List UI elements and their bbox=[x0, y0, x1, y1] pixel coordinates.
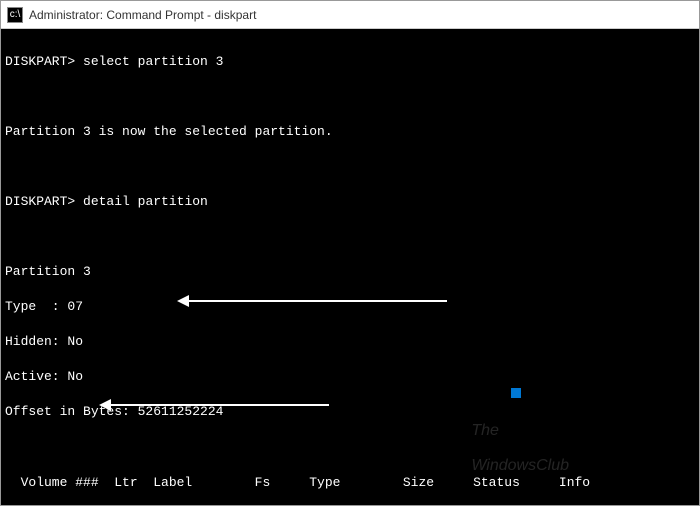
terminal-output[interactable]: DISKPART> select partition 3 Partition 3… bbox=[1, 29, 699, 505]
window-titlebar: c:\ Administrator: Command Prompt - disk… bbox=[1, 1, 699, 29]
windows-logo-icon bbox=[511, 388, 521, 398]
blank bbox=[5, 88, 695, 106]
table-header: Volume ### Ltr Label Fs Type Size Status… bbox=[5, 474, 695, 492]
cmd-icon: c:\ bbox=[7, 7, 23, 23]
detail-header: Partition 3 bbox=[5, 263, 695, 281]
blank bbox=[5, 158, 695, 176]
window-title: Administrator: Command Prompt - diskpart bbox=[29, 8, 256, 22]
prompt-line: DISKPART> select partition 3 bbox=[5, 53, 695, 71]
output-line: Partition 3 is now the selected partitio… bbox=[5, 123, 695, 141]
detail-type: Type : 07 bbox=[5, 298, 695, 316]
detail-offset: Offset in Bytes: 52611252224 bbox=[5, 403, 695, 421]
blank bbox=[5, 228, 695, 246]
prompt-line: DISKPART> detail partition bbox=[5, 193, 695, 211]
detail-hidden: Hidden: No bbox=[5, 333, 695, 351]
detail-active: Active: No bbox=[5, 368, 695, 386]
blank bbox=[5, 439, 695, 457]
